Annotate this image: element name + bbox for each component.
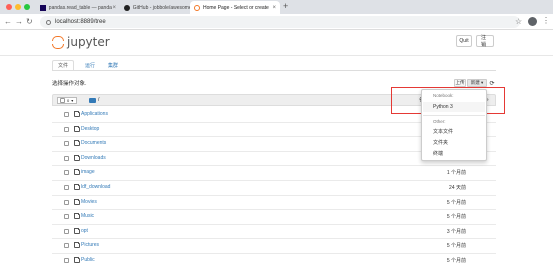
- folder-icon: [74, 125, 80, 132]
- folder-icon: [74, 227, 80, 234]
- file-list-row[interactable]: Music 5 个月前: [52, 210, 496, 225]
- last-modified: 24 天前: [449, 185, 466, 191]
- file-list-row[interactable]: Pictures 5 个月前: [52, 239, 496, 254]
- close-tab-icon[interactable]: ×: [112, 5, 116, 11]
- close-tab-icon[interactable]: ×: [272, 5, 276, 11]
- logout-button[interactable]: 注销: [476, 35, 494, 48]
- github-favicon-icon: [124, 4, 130, 11]
- info-icon: [46, 19, 51, 25]
- profile-avatar-icon[interactable]: [528, 17, 537, 26]
- browser-menu-icon[interactable]: ⋮: [542, 16, 550, 25]
- menu-item-python3[interactable]: Python 3: [433, 104, 453, 110]
- close-window-icon[interactable]: [6, 4, 12, 10]
- folder-name-link[interactable]: Public: [81, 257, 95, 263]
- folder-name-link[interactable]: Documents: [81, 140, 106, 146]
- browser-tab-strip: pandas.read_table — pandas 1 × GitHub - …: [0, 0, 553, 14]
- browser-tab-title: GitHub - jobbole/awesome-pyt: [132, 4, 197, 11]
- row-checkbox[interactable]: [64, 170, 69, 176]
- quit-button[interactable]: Quit: [456, 35, 472, 47]
- row-checkbox[interactable]: [64, 112, 69, 117]
- select-all-dropdown[interactable]: 0 ▾: [57, 97, 77, 104]
- folder-name-link[interactable]: Desktop: [81, 126, 99, 132]
- menu-item-terminal[interactable]: 终端: [433, 150, 443, 157]
- folder-icon: [74, 111, 80, 117]
- last-modified: 5 个月前: [446, 199, 466, 206]
- address-bar[interactable]: localhost:8889/tree: [40, 16, 520, 28]
- new-button[interactable]: 新建 ▾: [467, 79, 487, 87]
- select-all-checkbox[interactable]: [60, 98, 65, 103]
- menu-divider: [423, 115, 485, 116]
- chevron-down-icon: ▾: [71, 98, 74, 103]
- row-checkbox[interactable]: [64, 243, 69, 249]
- selection-hint: 选择操作对象.: [52, 81, 87, 87]
- row-checkbox[interactable]: [64, 199, 69, 205]
- upload-button[interactable]: 上传: [454, 79, 466, 87]
- file-list-row[interactable]: opt 3 个月前: [52, 225, 496, 240]
- row-checkbox[interactable]: [64, 214, 69, 220]
- folder-icon: [74, 154, 80, 161]
- browser-tab-title: Home Page - Select or create: [202, 4, 269, 11]
- menu-item-text-file[interactable]: 文本文件: [433, 128, 453, 135]
- jupyter-logo[interactable]: jupyter: [52, 35, 110, 49]
- folder-icon[interactable]: [89, 98, 96, 103]
- back-arrow-icon[interactable]: ←: [4, 17, 12, 26]
- last-modified: 3 个月前: [446, 228, 466, 235]
- row-checkbox[interactable]: [64, 126, 69, 132]
- file-list-row[interactable]: Public 5 个月前: [52, 254, 496, 266]
- folder-icon: [74, 169, 80, 176]
- other-section-header: Other:: [433, 119, 446, 124]
- folder-icon: [74, 198, 80, 205]
- folder-name-link[interactable]: opt: [81, 228, 88, 234]
- reload-icon[interactable]: ↻: [26, 17, 33, 26]
- minimize-window-icon[interactable]: [15, 4, 21, 10]
- folder-icon: [74, 242, 80, 249]
- row-checkbox[interactable]: [64, 258, 69, 263]
- new-tab-icon[interactable]: +: [283, 1, 288, 11]
- refresh-icon[interactable]: ⟳: [488, 79, 496, 87]
- address-url: localhost:8889/tree: [55, 19, 106, 25]
- folder-name-link[interactable]: Applications: [81, 111, 108, 117]
- forward-arrow-icon[interactable]: →: [15, 17, 23, 26]
- last-modified: 1 个月前: [446, 170, 466, 177]
- bookmark-star-icon[interactable]: ☆: [515, 17, 522, 26]
- jupyter-logo-text: jupyter: [67, 35, 110, 49]
- selected-count: 0: [67, 98, 70, 103]
- pandas-favicon-icon: [40, 4, 46, 11]
- zoom-window-icon[interactable]: [24, 4, 30, 10]
- folder-icon: [74, 184, 80, 190]
- folder-name-link[interactable]: ldf_download: [81, 184, 110, 190]
- folder-icon: [74, 257, 80, 263]
- last-modified: 5 个月前: [446, 214, 466, 221]
- browser-tab-title: pandas.read_table — pandas 1: [48, 4, 113, 11]
- file-list-row[interactable]: Movies 5 个月前: [52, 196, 496, 211]
- jupyter-logo-icon: [52, 35, 64, 49]
- browser-toolbar: ← → ↻ localhost:8889/tree ☆ ⋮: [0, 14, 553, 30]
- row-checkbox[interactable]: [64, 228, 69, 234]
- row-checkbox[interactable]: [64, 155, 69, 161]
- browser-tab-home[interactable]: Home Page - Select or create ×: [190, 1, 280, 14]
- folder-icon: [74, 140, 80, 147]
- folder-name-link[interactable]: Downloads: [81, 155, 106, 161]
- last-modified: 5 个月前: [446, 243, 466, 250]
- file-list-row[interactable]: image 1 个月前: [52, 166, 496, 181]
- notebook-section-header: Notebook:: [433, 93, 454, 98]
- row-checkbox[interactable]: [64, 185, 69, 190]
- row-checkbox[interactable]: [64, 141, 69, 147]
- breadcrumb-path[interactable]: /: [98, 97, 99, 103]
- tab-divider: [52, 70, 496, 71]
- last-modified: 5 个月前: [446, 258, 466, 264]
- folder-name-link[interactable]: Music: [81, 213, 94, 219]
- new-dropdown-menu: Notebook: Python 3 Other: 文本文件 文件夹 终端: [421, 89, 487, 161]
- folder-name-link[interactable]: image: [81, 169, 95, 175]
- file-list-row[interactable]: ldf_download 24 天前: [52, 181, 496, 196]
- menu-item-folder[interactable]: 文件夹: [433, 139, 448, 146]
- folder-icon: [74, 213, 80, 220]
- folder-name-link[interactable]: Pictures: [81, 242, 99, 248]
- jupyter-favicon-icon: [194, 4, 200, 11]
- browser-tab-pandas[interactable]: pandas.read_table — pandas 1 ×: [36, 1, 120, 14]
- folder-name-link[interactable]: Movies: [81, 199, 97, 205]
